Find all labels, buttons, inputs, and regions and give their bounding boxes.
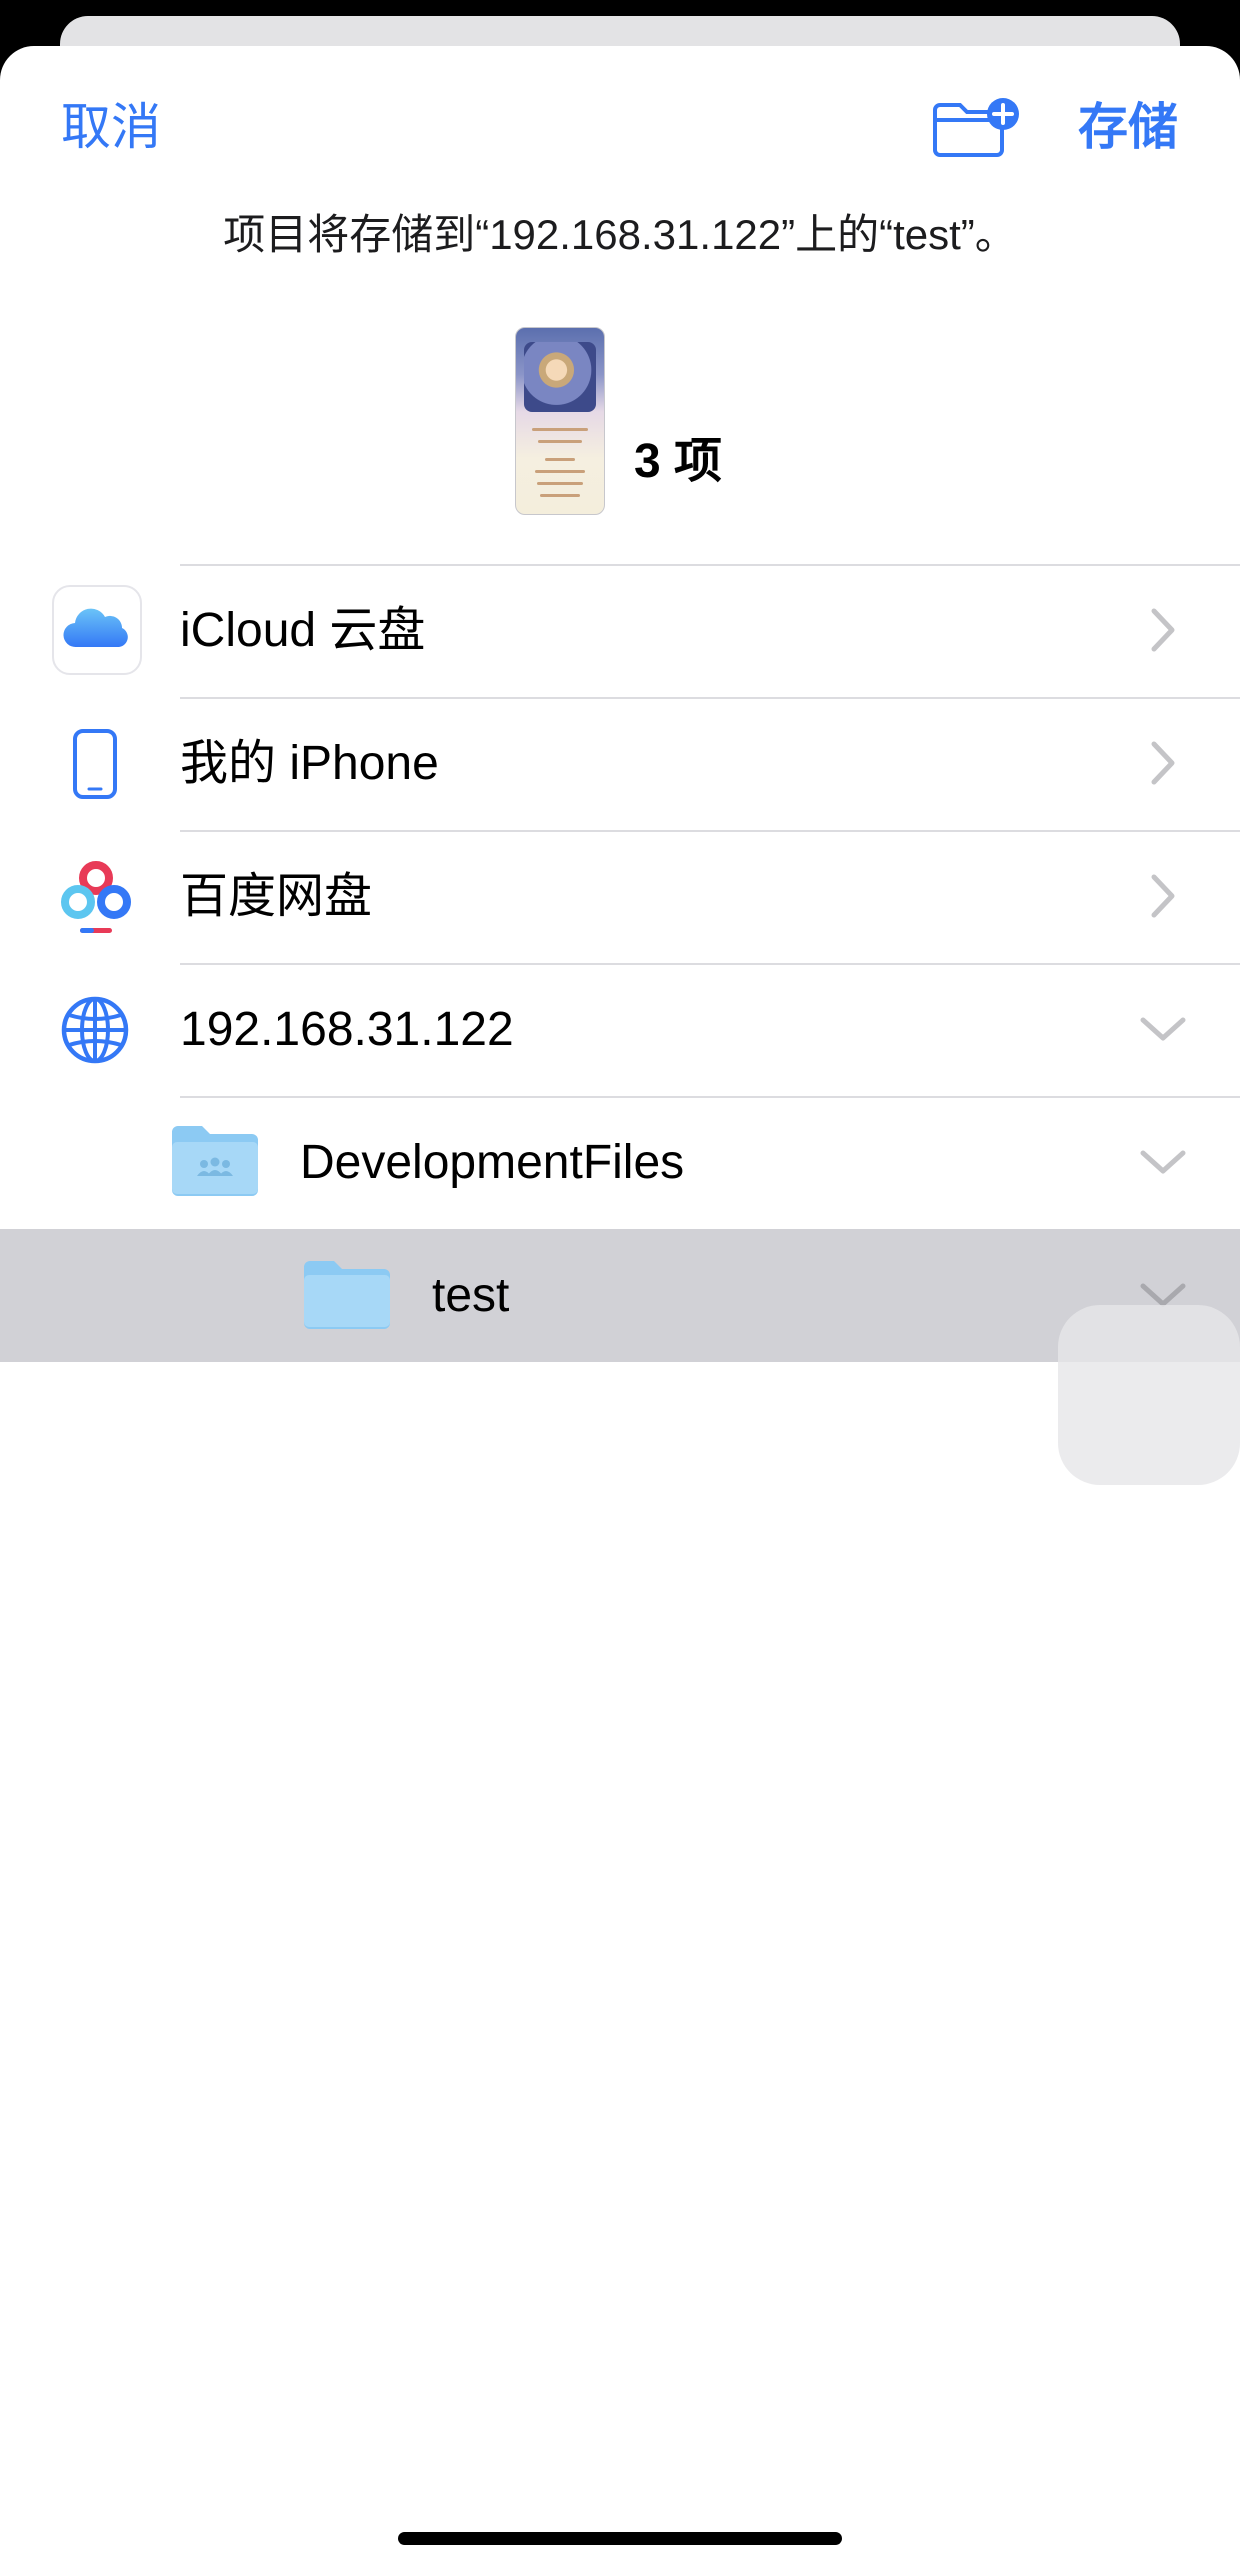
preview-thumbnail bbox=[515, 327, 605, 515]
save-button[interactable]: 存储 bbox=[1078, 102, 1178, 152]
thumbnail-art bbox=[524, 342, 596, 412]
destination-message: 项目将存储到“192.168.31.122”上的“test”。 bbox=[223, 211, 1017, 258]
row-separator bbox=[180, 697, 1240, 699]
locations-list: iCloud 云盘 我的 iPhone 百度网盘 192.168.31.122 … bbox=[0, 564, 1240, 1362]
shared-folder-icon bbox=[170, 1124, 260, 1201]
location-label: 百度网盘 bbox=[180, 870, 373, 923]
new-folder-icon[interactable] bbox=[931, 96, 1021, 160]
row-separator bbox=[180, 963, 1240, 965]
save-sheet: 取消 存储 项目将存储到“192.168.31.122”上的“test”。 3 … bbox=[0, 46, 1240, 2569]
location-label: 192.168.31.122 bbox=[180, 1003, 514, 1056]
icloud-icon bbox=[52, 585, 142, 675]
location-row-test[interactable]: test bbox=[0, 1229, 1240, 1362]
location-row-icloud[interactable]: iCloud 云盘 bbox=[0, 564, 1240, 697]
home-indicator[interactable] bbox=[398, 2532, 842, 2545]
location-row-iphone[interactable]: 我的 iPhone bbox=[0, 697, 1240, 830]
chevron-right-icon bbox=[1138, 738, 1188, 788]
location-label: 我的 iPhone bbox=[180, 737, 439, 790]
location-label: DevelopmentFiles bbox=[300, 1136, 685, 1189]
items-count-label: 3 项 bbox=[634, 435, 723, 488]
globe-icon bbox=[60, 995, 130, 1070]
location-row-baidu-netdisk[interactable]: 百度网盘 bbox=[0, 830, 1240, 963]
row-separator bbox=[180, 830, 1240, 832]
location-label: test bbox=[432, 1269, 510, 1322]
chevron-right-icon bbox=[1138, 605, 1188, 655]
chevron-down-icon[interactable] bbox=[1138, 1004, 1188, 1054]
location-row-server[interactable]: 192.168.31.122 bbox=[0, 963, 1240, 1096]
chevron-right-icon bbox=[1138, 871, 1188, 921]
location-label: iCloud 云盘 bbox=[180, 604, 426, 657]
row-separator bbox=[180, 1096, 1240, 1098]
baidu-netdisk-icon bbox=[58, 858, 134, 943]
chevron-down-icon[interactable] bbox=[1138, 1137, 1188, 1187]
cancel-button[interactable]: 取消 bbox=[61, 102, 161, 152]
location-row-developmentfiles[interactable]: DevelopmentFiles bbox=[0, 1096, 1240, 1229]
iphone-icon bbox=[72, 728, 118, 805]
row-separator bbox=[180, 564, 1240, 566]
folder-icon bbox=[302, 1259, 392, 1334]
assistive-touch-overlay[interactable] bbox=[1058, 1305, 1240, 1485]
